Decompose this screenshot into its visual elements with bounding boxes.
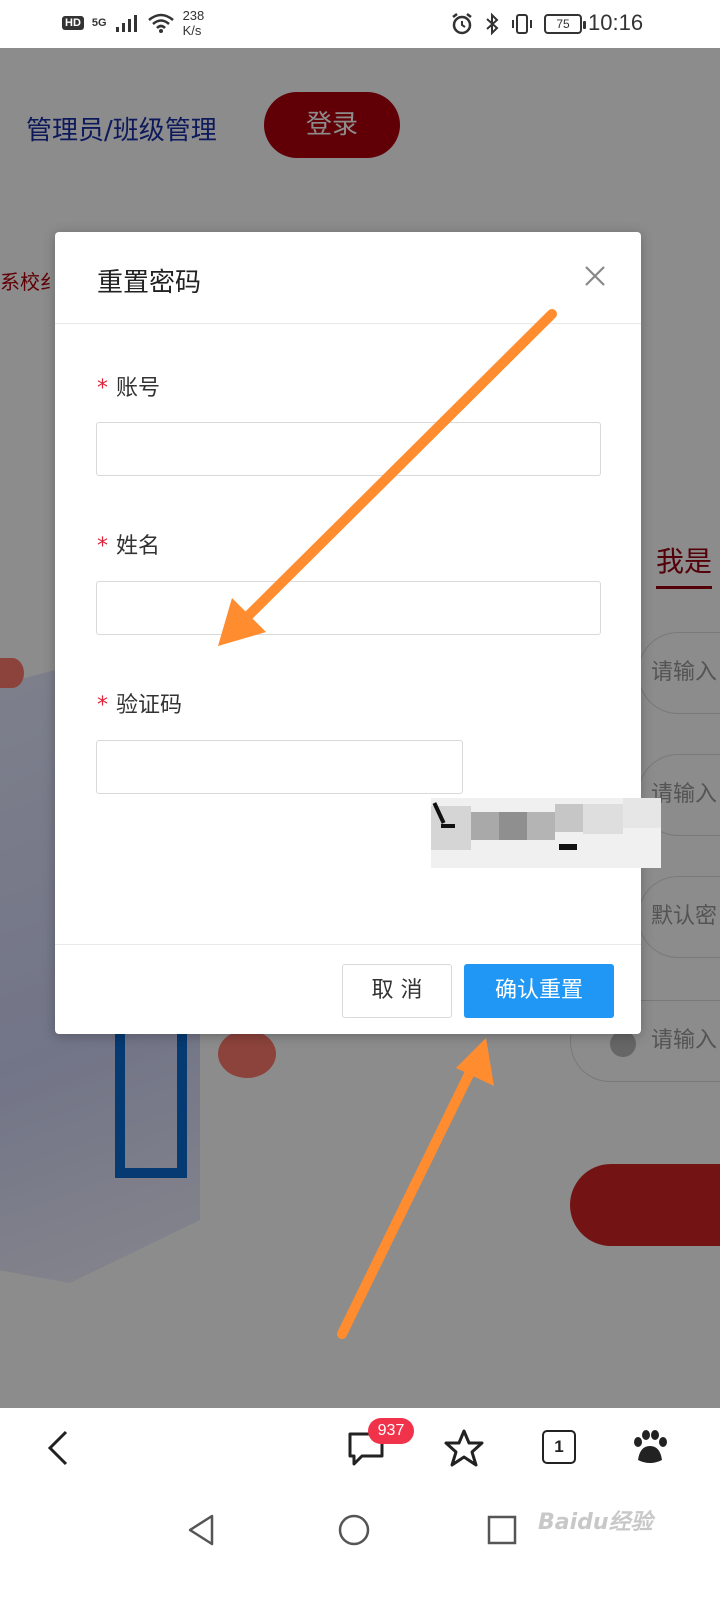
browser-toolbar: 937 1 [0,1408,720,1492]
dialog-header: 重置密码 [55,232,641,324]
nav-home-icon[interactable] [336,1512,372,1548]
captcha-image[interactable] [431,798,661,868]
captcha-input[interactable] [96,740,463,794]
cancel-button[interactable]: 取 消 [342,964,452,1018]
tabs-button[interactable]: 1 [542,1430,576,1464]
network-type: 5G [91,17,107,29]
captcha-label: * 验证码 [97,693,183,718]
signal-icon [115,15,137,32]
back-icon[interactable] [38,1426,82,1470]
network-speed: 238 K/s [182,8,205,38]
name-label: * 姓名 [97,534,161,559]
baidu-paw-icon[interactable] [628,1426,672,1470]
status-right: 75 [450,12,586,36]
status-bar: HD 5G 238 K/s 75 10:16 [0,0,720,48]
nav-recents-icon[interactable] [486,1514,518,1546]
hd-indicator: HD [62,16,84,30]
name-input[interactable] [96,581,601,635]
account-label: * 账号 [97,376,161,401]
dialog-title: 重置密码 [97,268,202,298]
required-mark: * [97,376,108,401]
clock: 10:16 [588,10,644,35]
status-left: HD 5G 238 K/s [62,8,204,38]
required-mark: * [97,693,108,718]
alarm-icon [452,13,472,35]
nav-back-icon[interactable] [184,1512,220,1548]
reset-password-dialog: 重置密码 * 账号 * 姓名 * 验证码 取 消 确认重置 [55,232,661,1034]
vibrate-icon [512,14,532,34]
close-icon[interactable] [583,264,607,288]
confirm-reset-button[interactable]: 确认重置 [464,964,614,1018]
comment-count-badge: 937 [368,1418,414,1444]
required-mark: * [97,534,108,559]
battery-icon: 75 [544,14,586,34]
dialog-footer: 取 消 确认重置 [55,944,641,1034]
baidu-watermark: Baidu经验 [538,1510,653,1535]
star-icon[interactable] [442,1426,486,1470]
bluetooth-icon [486,12,499,36]
wifi-icon [147,13,174,33]
account-input[interactable] [96,422,601,476]
